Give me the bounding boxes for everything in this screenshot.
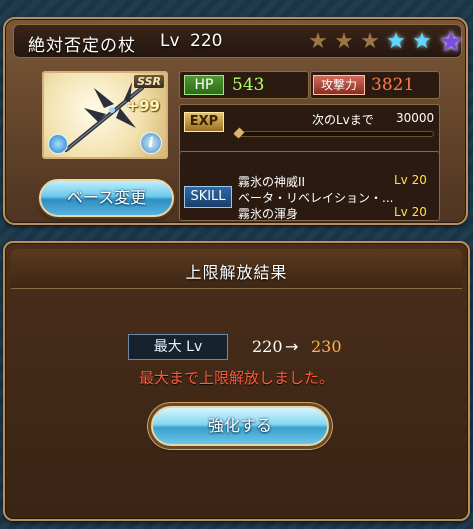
result-title: 上限解放結果 xyxy=(185,263,288,282)
star-bronze-icon: ★ xyxy=(360,29,380,54)
rarity-stars: ★ ★ ★ ★ ★ ★ xyxy=(306,28,466,56)
base-change-button[interactable]: ベース変更 xyxy=(39,179,174,217)
hp-value: 543 xyxy=(232,75,265,95)
weapon-level-label: Lv xyxy=(160,31,180,51)
attack-label: 攻撃力 xyxy=(313,75,365,95)
result-message: 最大まで上限解放しました。 xyxy=(138,369,334,387)
uncap-result-panel: 上限解放結果 最大 Lv 220 → 230 最大まで上限解放しました。 強化す… xyxy=(3,241,470,521)
weapon-card: 絶対否定の杖 Lv 220 ★ ★ ★ ★ ★ ★ SSR +99 i ベース変… xyxy=(3,17,468,225)
max-level-label: 最大 Lv xyxy=(128,334,228,360)
star-bronze-icon: ★ xyxy=(334,29,354,54)
water-element-icon xyxy=(48,134,68,154)
star-blue-icon: ★ xyxy=(386,29,406,54)
star-blue-icon: ★ xyxy=(412,29,432,54)
max-level-new: 230 xyxy=(311,337,342,356)
enhance-button[interactable]: 強化する xyxy=(151,406,329,446)
skill-name[interactable]: 霧氷の渾身 xyxy=(238,205,298,222)
exp-stat: EXP 次のLvまで 30000 xyxy=(179,104,440,154)
skill-level: Lv 20 xyxy=(394,205,427,219)
max-level-old: 220 xyxy=(252,337,283,356)
hp-label: HP xyxy=(184,75,224,95)
skill-name[interactable]: 霧氷の神威II xyxy=(238,173,305,190)
weapon-name: 絶対否定の杖 xyxy=(28,36,136,56)
attack-stat: 攻撃力 3821 xyxy=(310,71,440,99)
weapon-level: 220 xyxy=(190,31,223,51)
weapon-thumbnail[interactable]: SSR +99 i xyxy=(42,71,168,159)
attack-value: 3821 xyxy=(371,75,415,95)
star-bronze-icon: ★ xyxy=(308,29,328,54)
exp-next-label: 次のLvまで xyxy=(312,113,374,127)
skill-name[interactable]: ベータ・リベレイション・... xyxy=(238,189,393,206)
star-purple-icon: ★ xyxy=(438,25,464,58)
hp-stat: HP 543 xyxy=(179,71,309,99)
staff-icon xyxy=(64,82,144,152)
plus-value: +99 xyxy=(126,97,160,115)
exp-label: EXP xyxy=(184,112,224,132)
result-header: 上限解放結果 xyxy=(11,249,462,289)
skill-label: SKILL xyxy=(184,186,232,208)
rarity-badge: SSR xyxy=(134,75,164,88)
skill-panel: SKILL 霧氷の神威II Lv 20 ベータ・リベレイション・... 霧氷の渾… xyxy=(179,151,440,221)
skill-level: Lv 20 xyxy=(394,173,427,187)
arrow-right-icon: → xyxy=(285,337,299,356)
exp-next-value: 30000 xyxy=(396,111,435,125)
info-icon[interactable]: i xyxy=(140,132,162,154)
weapon-title-bar: 絶対否定の杖 Lv 220 ★ ★ ★ ★ ★ ★ xyxy=(13,24,464,58)
exp-progress-bar xyxy=(234,131,434,137)
